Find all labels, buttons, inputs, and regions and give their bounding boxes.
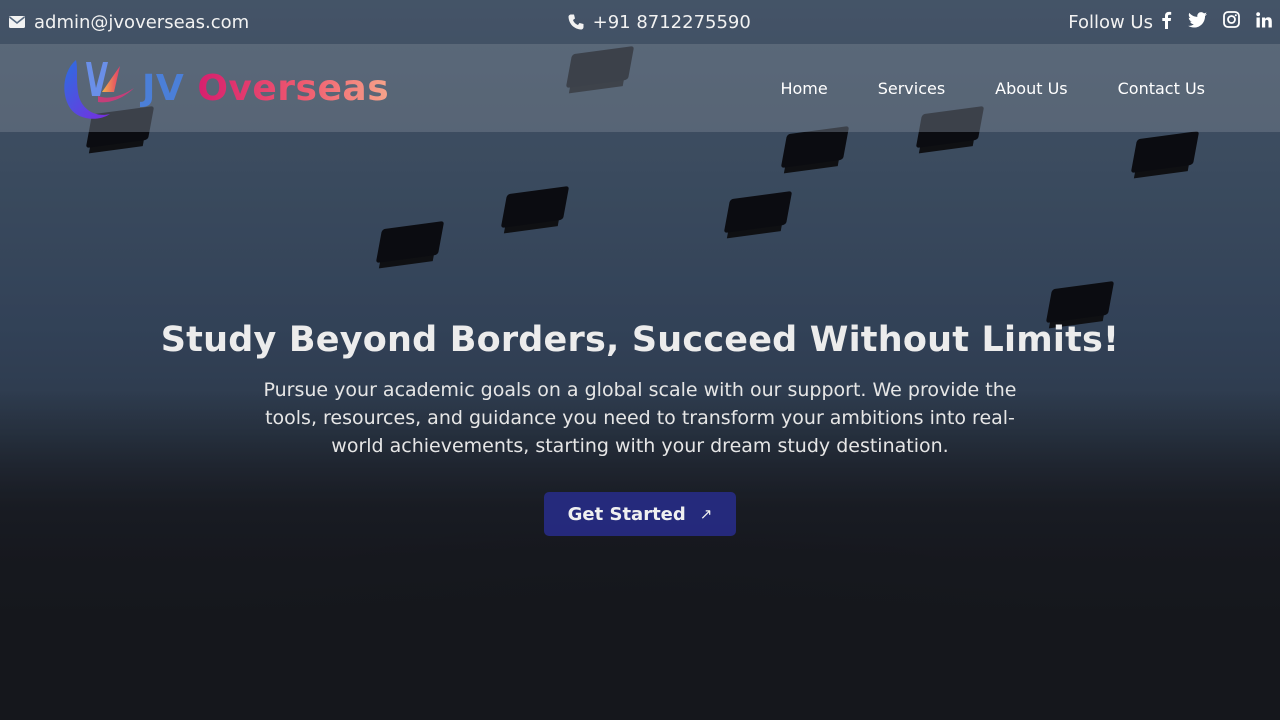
nav-contact-us[interactable]: Contact Us bbox=[1118, 79, 1205, 98]
follow-label: Follow Us bbox=[1068, 11, 1153, 33]
logo-overseas-text: Overseas bbox=[197, 67, 390, 109]
hero-description: Pursue your academic goals on a global s… bbox=[263, 379, 1017, 457]
hero-section: Study Beyond Borders, Succeed Without Li… bbox=[0, 320, 1280, 536]
email-text[interactable]: admin@jvoverseas.com bbox=[34, 12, 249, 33]
nav-services[interactable]: Services bbox=[878, 79, 945, 98]
instagram-icon[interactable] bbox=[1223, 11, 1240, 33]
arrow-up-right-icon: ↗ bbox=[699, 505, 713, 523]
logo-jv-text: JV bbox=[142, 67, 185, 109]
logo-mark-icon bbox=[64, 60, 134, 119]
phone-icon bbox=[568, 14, 584, 30]
envelope-icon bbox=[9, 16, 25, 28]
site-logo[interactable]: JV Overseas bbox=[58, 52, 389, 124]
get-started-label: Get Started bbox=[567, 503, 686, 525]
site-header: JV Overseas Home Services About Us Conta… bbox=[0, 44, 1280, 132]
linkedin-icon[interactable] bbox=[1256, 11, 1272, 33]
facebook-icon[interactable] bbox=[1161, 11, 1172, 34]
top-contact-bar: admin@jvoverseas.com +91 8712275590 Foll… bbox=[0, 0, 1280, 44]
phone-contact[interactable]: +91 8712275590 bbox=[567, 12, 751, 33]
phone-text[interactable]: +91 8712275590 bbox=[593, 12, 751, 33]
hero-title: Study Beyond Borders, Succeed Without Li… bbox=[160, 320, 1120, 360]
main-navigation: Home Services About Us Contact Us bbox=[780, 79, 1205, 98]
nav-about-us[interactable]: About Us bbox=[995, 79, 1067, 98]
nav-home[interactable]: Home bbox=[780, 79, 827, 98]
logo-wordmark: JV Overseas bbox=[142, 68, 389, 109]
email-contact[interactable]: admin@jvoverseas.com bbox=[8, 12, 249, 33]
twitter-icon[interactable] bbox=[1187, 11, 1207, 33]
get-started-button[interactable]: Get Started ↗ bbox=[543, 492, 737, 536]
social-follow: Follow Us bbox=[1068, 11, 1272, 34]
